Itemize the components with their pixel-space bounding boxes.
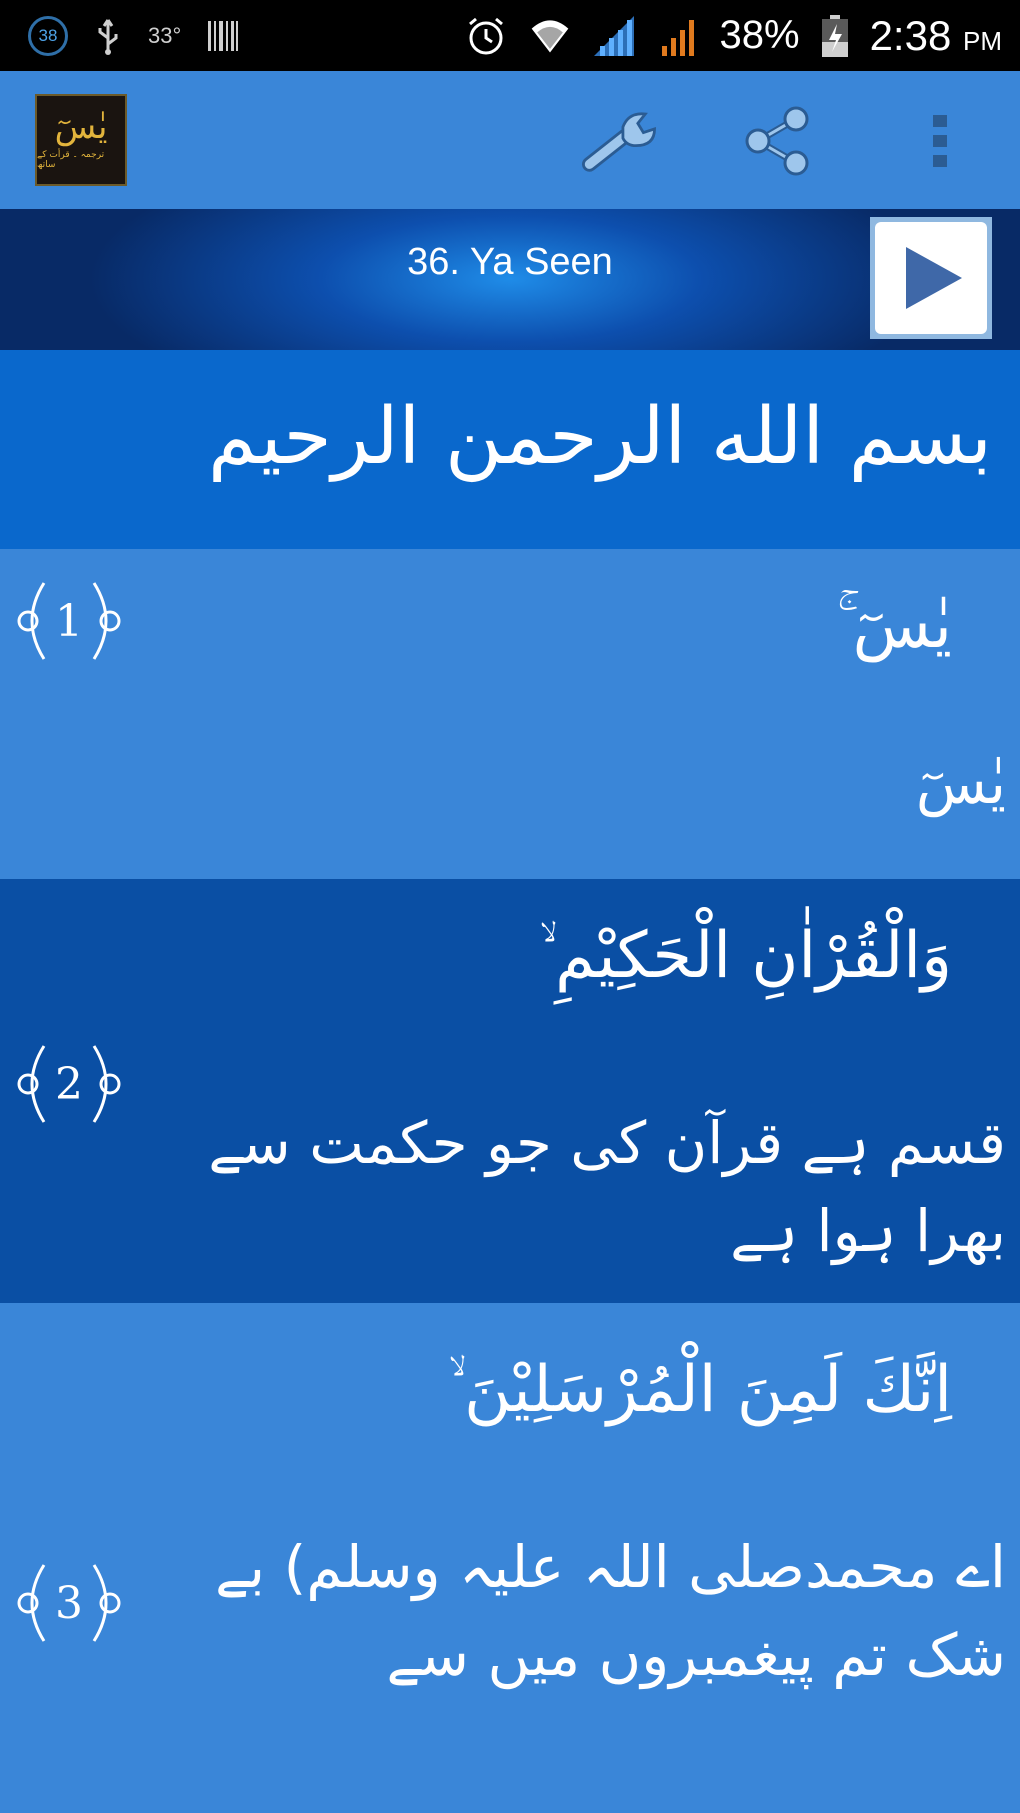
bismillah-row: بسم الله الرحمن الرحيم [0,350,1020,549]
surah-title: 36. Ya Seen [407,241,613,283]
battery-icon [821,14,848,57]
battery-percent: 38% [719,13,800,57]
overflow-menu-icon [933,115,947,167]
verse-translation: يٰسٓ [915,749,1006,817]
signal-blue-icon [593,15,634,56]
barcode-icon [208,20,239,51]
action-bar: یٰسٓ ترجمہ ۔ قرأت کے ساتھ [0,71,1020,209]
clock: 2:38 PM [870,12,1002,60]
signal-orange-icon [661,19,694,56]
verse-arabic: وَالْقُرْاٰنِ الْحَكِيْمِ ۙ [539,919,952,993]
app-logo[interactable]: یٰسٓ ترجمہ ۔ قرأت کے ساتھ [35,94,127,186]
verse-number-marker: 3 [10,1561,128,1645]
surah-header: 36. Ya Seen [0,209,1020,350]
play-button-face [875,222,987,334]
bismillah-text: بسم الله الرحمن الرحيم [208,392,992,482]
overflow-menu-button[interactable] [918,101,962,181]
verse-translation: قسم ہے قرآن کی جو حکمت سے بھرا ہوا ہے [208,1109,1006,1265]
clock-suffix: PM [963,25,1002,56]
verse-row[interactable]: يٰسٓ ۚ 1 يٰسٓ [0,549,1020,879]
verse-row[interactable]: وَالْقُرْاٰنِ الْحَكِيْمِ ۙ 2 قسم ہے قرآ… [0,879,1020,1303]
share-icon [745,106,809,176]
temperature-text: 33° [148,22,182,48]
app-logo-text: یٰسٓ [54,107,108,147]
app-logo-subtext: ترجمہ ۔ قرأت کے ساتھ [37,150,105,170]
verse-number-marker: 2 [10,1042,128,1126]
wifi-icon [531,19,568,53]
status-bar: 38 33° 38% 2:38 PM [0,0,1020,71]
verse-arabic: اِنَّكَ لَمِنَ الْمُرْسَلِيْنَ ۙ [448,1353,952,1427]
clock-time: 2:38 [869,11,952,59]
verse-number: 2 [55,1058,83,1110]
settings-button[interactable] [582,101,662,181]
usb-icon [98,18,118,55]
play-button[interactable] [870,217,992,339]
share-button[interactable] [738,101,818,181]
verse-row[interactable]: اِنَّكَ لَمِنَ الْمُرْسَلِيْنَ ۙ 3 اے مح… [0,1303,1020,1813]
verse-translation: اے محمدصلی اللہ علیہ وسلم) بے شک تم پیغم… [215,1533,1006,1689]
alarm-icon [468,17,503,54]
verse-arabic: يٰسٓ ۚ [836,589,952,663]
notification-badge: 38 [28,15,68,56]
play-icon [906,247,962,309]
verse-number: 1 [55,595,83,647]
verse-number: 3 [55,1577,83,1629]
wrench-icon [582,112,656,172]
verse-number-marker: 1 [10,579,128,663]
